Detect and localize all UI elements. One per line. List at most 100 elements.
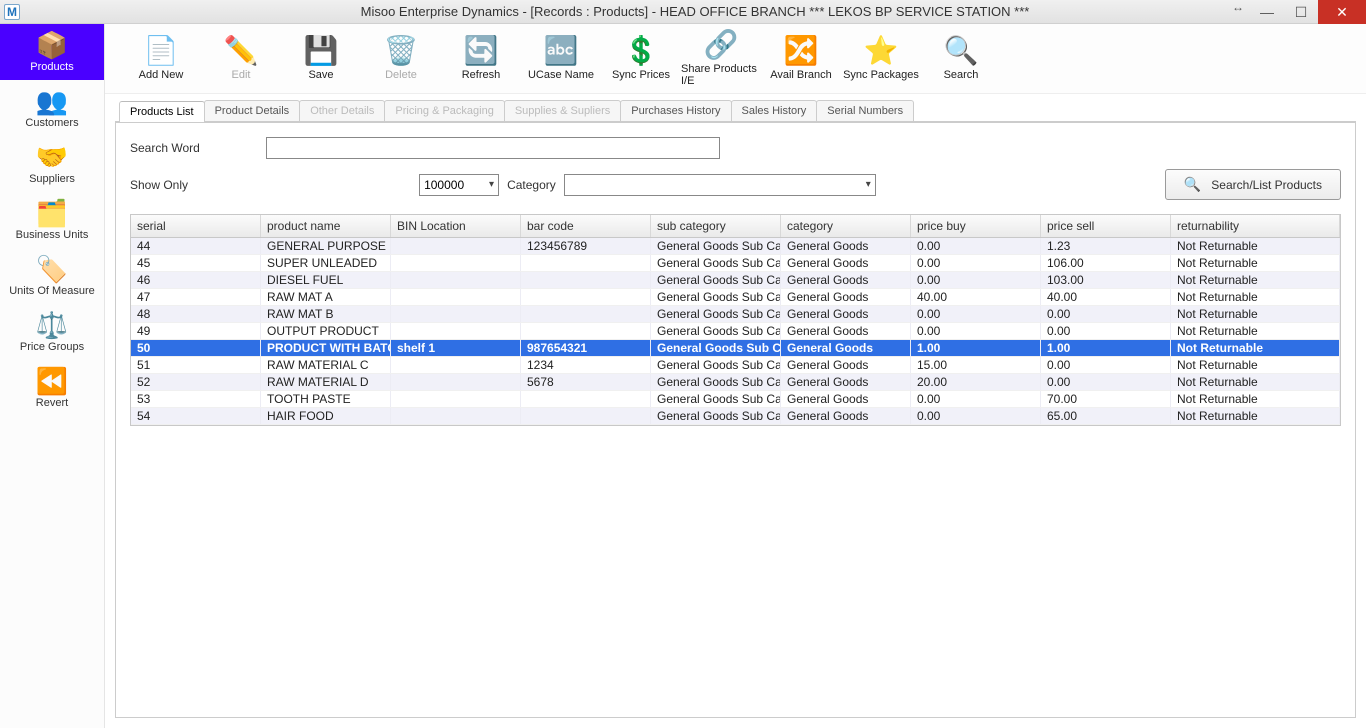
toolbar-sync-packages-button[interactable]: ⭐Sync Packages [841,27,921,91]
toolbar-delete-button: 🗑️Delete [361,27,441,91]
cell [521,306,651,322]
cell: General Goods [781,408,911,424]
column-header[interactable]: serial [131,215,261,237]
sidebar-item-products[interactable]: 📦Products [0,24,104,80]
resize-icon[interactable]: ↔ [1232,0,1244,24]
tab-serial-numbers[interactable]: Serial Numbers [816,100,914,121]
table-row[interactable]: 51RAW MATERIAL C1234General Goods Sub Ca… [131,357,1340,374]
cell: OUTPUT PRODUCT [261,323,391,339]
category-select[interactable]: ▾ [564,174,876,196]
cell: DIESEL FUEL [261,272,391,288]
sidebar-item-business-units[interactable]: 🗂️Business Units [0,192,104,248]
maximize-button[interactable]: ☐ [1284,0,1318,24]
cell: 0.00 [911,323,1041,339]
cell: 0.00 [911,306,1041,322]
search-list-products-button[interactable]: 🔍 Search/List Products [1165,169,1341,200]
table-row[interactable]: 46DIESEL FUELGeneral Goods Sub Cat...Gen… [131,272,1340,289]
chevron-down-icon: ▾ [489,179,494,190]
column-header[interactable]: BIN Location [391,215,521,237]
column-header[interactable]: sub category [651,215,781,237]
table-row[interactable]: 53TOOTH PASTEGeneral Goods Sub Cat...Gen… [131,391,1340,408]
cell: Not Returnable [1171,238,1340,254]
cell: Not Returnable [1171,391,1340,407]
toolbar-label: Add New [139,69,184,81]
column-header[interactable]: price buy [911,215,1041,237]
sidebar-item-price-groups[interactable]: ⚖️Price Groups [0,304,104,360]
table-row[interactable]: 48RAW MAT BGeneral Goods Sub Cat...Gener… [131,306,1340,323]
sidebar-item-label: Revert [36,397,68,409]
toolbar-label: Search [944,69,979,81]
toolbar-refresh-button[interactable]: 🔄 Refresh [441,27,521,91]
cell [521,391,651,407]
cell: 5678 [521,374,651,390]
cell: 1.00 [1041,340,1171,356]
toolbar-avail-branch-button[interactable]: 🔀Avail Branch [761,27,841,91]
cell [391,255,521,271]
table-row[interactable]: 49OUTPUT PRODUCTGeneral Goods Sub Cat...… [131,323,1340,340]
search-word-input[interactable] [266,137,720,159]
cell: General Goods Sub Cat... [651,272,781,288]
tab-other-details: Other Details [299,100,385,121]
cell: Not Returnable [1171,374,1340,390]
chevron-down-icon: ▾ [866,179,871,190]
toolbar-share-products-i-e-button[interactable]: 🔗Share Products I/E [681,27,761,91]
sidebar-icon: 🤝 [36,144,68,170]
minimize-button[interactable]: — [1250,0,1284,24]
cell [521,289,651,305]
sidebar-item-units-of-measure[interactable]: 🏷️Units Of Measure [0,248,104,304]
cell: General Goods [781,357,911,373]
column-header[interactable]: price sell [1041,215,1171,237]
cell: 106.00 [1041,255,1171,271]
cell: 0.00 [1041,323,1171,339]
cell: HAIR FOOD [261,408,391,424]
toolbar-label: Sync Prices [612,69,670,81]
tab-sales-history[interactable]: Sales History [731,100,818,121]
tab-product-details[interactable]: Product Details [204,100,301,121]
column-header[interactable]: bar code [521,215,651,237]
tab-products-list[interactable]: Products List [119,101,205,122]
sidebar-item-label: Business Units [16,229,89,241]
toolbar-icon: 💾 [304,37,339,65]
column-header[interactable]: category [781,215,911,237]
table-row[interactable]: 52RAW MATERIAL D5678General Goods Sub Ca… [131,374,1340,391]
cell [391,357,521,373]
cell: General Goods Sub Cat... [651,357,781,373]
toolbar-sync-prices-button[interactable]: 💲 Sync Prices [601,27,681,91]
cell: 70.00 [1041,391,1171,407]
toolbar-icon: 🔄 [464,37,499,65]
show-only-select[interactable]: 100000 ▾ [419,174,499,196]
search-button-label: Search/List Products [1211,178,1322,192]
column-header[interactable]: returnability [1171,215,1340,237]
toolbar-icon: 💲 [624,37,659,65]
cell: Not Returnable [1171,289,1340,305]
toolbar-icon: 🔤 [544,37,579,65]
table-row[interactable]: 50PRODUCT WITH BATCHshelf 1987654321Gene… [131,340,1340,357]
close-button[interactable]: ✕ [1318,0,1366,24]
tab-pricing-packaging: Pricing & Packaging [384,100,504,121]
cell: TOOTH PASTE [261,391,391,407]
toolbar-ucase-name-button[interactable]: 🔤UCase Name [521,27,601,91]
cell [391,306,521,322]
column-header[interactable]: product name [261,215,391,237]
cell: General Goods [781,374,911,390]
toolbar-label: Save [308,69,333,81]
table-row[interactable]: 54HAIR FOODGeneral Goods Sub Cat...Gener… [131,408,1340,425]
cell [391,391,521,407]
table-row[interactable]: 47RAW MAT AGeneral Goods Sub Cat...Gener… [131,289,1340,306]
table-row[interactable]: 45SUPER UNLEADEDGeneral Goods Sub Cat...… [131,255,1340,272]
table-header: serialproduct nameBIN Locationbar codesu… [131,215,1340,238]
toolbar-search-button[interactable]: 🔍Search [921,27,1001,91]
sidebar-item-customers[interactable]: 👥Customers [0,80,104,136]
toolbar-icon: 🔀 [784,37,819,65]
cell: 49 [131,323,261,339]
toolbar-label: Refresh [462,69,501,81]
tab-supplies-supliers: Supplies & Supliers [504,100,621,121]
toolbar-save-button[interactable]: 💾 Save [281,27,361,91]
tab-purchases-history[interactable]: Purchases History [620,100,731,121]
cell: 50 [131,340,261,356]
sidebar-item-revert[interactable]: ⏪Revert [0,360,104,416]
table-row[interactable]: 44GENERAL PURPOSE INK123456789General Go… [131,238,1340,255]
toolbar-add-new-button[interactable]: 📄Add New [121,27,201,91]
sidebar-item-suppliers[interactable]: 🤝Suppliers [0,136,104,192]
cell: General Goods Sub Cat... [651,289,781,305]
